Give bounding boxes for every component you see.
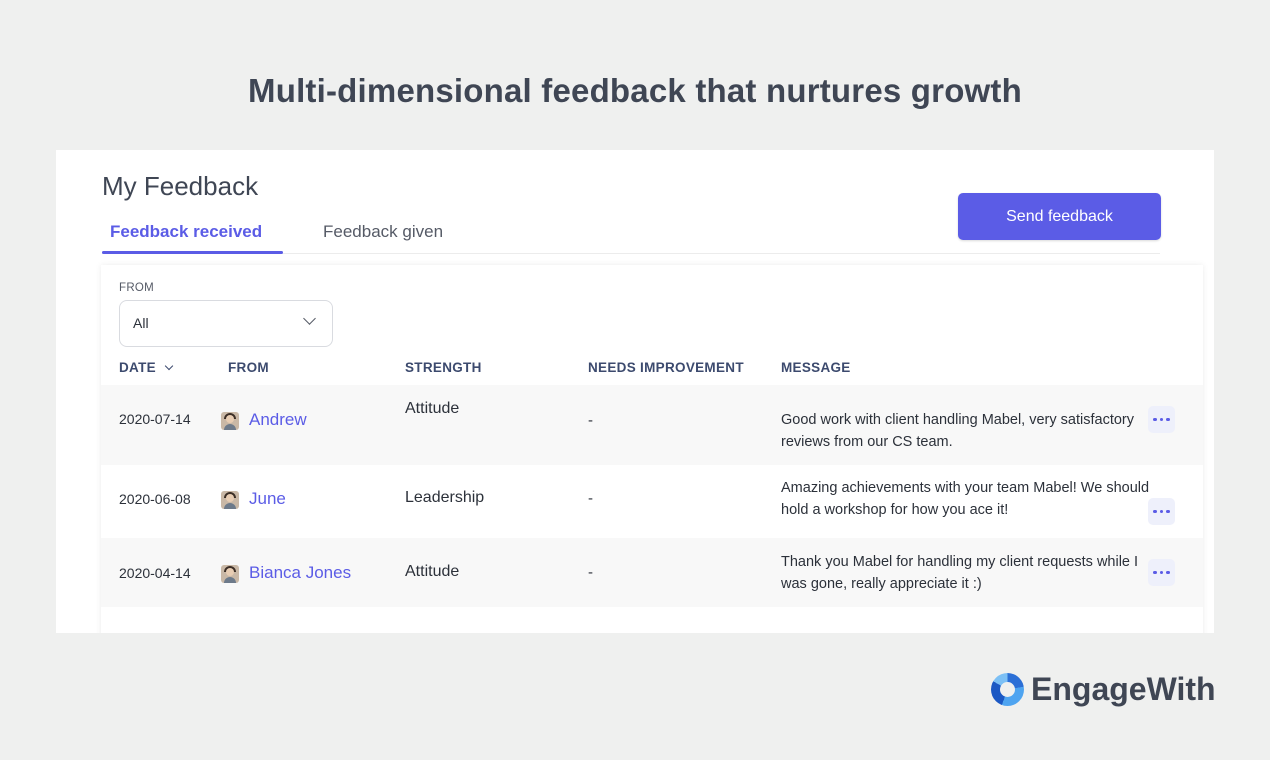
more-dots-icon xyxy=(1153,509,1170,514)
row-strength: Leadership xyxy=(405,489,485,506)
headline: Multi-dimensional feedback that nurtures… xyxy=(248,72,1022,109)
more-dots-icon xyxy=(1153,570,1170,575)
more-dots-icon xyxy=(1153,417,1170,422)
table-row: 2020-04-14 Bianca Jones Attitude - Thank… xyxy=(101,538,1203,607)
more-options-button[interactable] xyxy=(1148,498,1175,525)
engagewith-logo-icon xyxy=(991,673,1024,706)
row-needs-improvement: - xyxy=(588,412,593,429)
avatar xyxy=(221,491,239,509)
row-strength: Attitude xyxy=(405,563,460,580)
sender-name-link[interactable]: Bianca Jones xyxy=(249,563,351,583)
feedback-table-panel: FROM All DATE FROM STRENGTH NEEDS IMPROV… xyxy=(101,265,1203,633)
send-feedback-button[interactable]: Send feedback xyxy=(958,193,1161,240)
brand-name: EngageWith xyxy=(1031,671,1216,707)
avatar xyxy=(221,412,239,430)
filter-from-label: FROM xyxy=(119,282,155,294)
feedback-card: My Feedback Feedback received Feedback g… xyxy=(56,150,1214,633)
column-header-needs-improvement: NEEDS IMPROVEMENT xyxy=(588,360,744,375)
column-header-strength: STRENGTH xyxy=(405,360,482,375)
sort-chevron-icon[interactable] xyxy=(164,361,174,371)
column-header-from: FROM xyxy=(228,360,269,375)
row-message: Thank you Mabel for handling my client r… xyxy=(781,554,1139,592)
row-date: 2020-06-08 xyxy=(119,491,191,507)
sender-name-link[interactable]: June xyxy=(249,489,286,509)
more-options-button[interactable] xyxy=(1148,406,1175,433)
row-needs-improvement: - xyxy=(588,490,593,507)
column-header-message: MESSAGE xyxy=(781,360,851,375)
row-message: Amazing achievements with your team Mabe… xyxy=(781,480,1150,518)
filter-from-value: All xyxy=(133,315,149,331)
active-tab-indicator xyxy=(102,251,283,254)
column-header-date[interactable]: DATE xyxy=(119,360,174,375)
sender-name-link[interactable]: Andrew xyxy=(249,410,307,430)
chevron-down-icon xyxy=(303,312,316,325)
tab-feedback-received[interactable]: Feedback received xyxy=(110,222,262,242)
row-message: Good work with client handling Mabel, ve… xyxy=(781,412,1134,450)
table-row: 2020-07-14 Andrew Attitude - Good work w… xyxy=(101,385,1203,465)
row-strength: Attitude xyxy=(405,400,460,417)
page-title: My Feedback xyxy=(102,171,259,201)
row-date: 2020-07-14 xyxy=(119,411,191,427)
table-row: 2020-06-08 June Leadership - Amazing ach… xyxy=(101,465,1203,538)
column-header-date-label: DATE xyxy=(119,360,156,375)
row-date: 2020-04-14 xyxy=(119,565,191,581)
tab-feedback-given[interactable]: Feedback given xyxy=(323,222,443,242)
more-options-button[interactable] xyxy=(1148,559,1175,586)
avatar xyxy=(221,565,239,583)
filter-from-select[interactable]: All xyxy=(119,300,333,347)
row-needs-improvement: - xyxy=(588,564,593,581)
